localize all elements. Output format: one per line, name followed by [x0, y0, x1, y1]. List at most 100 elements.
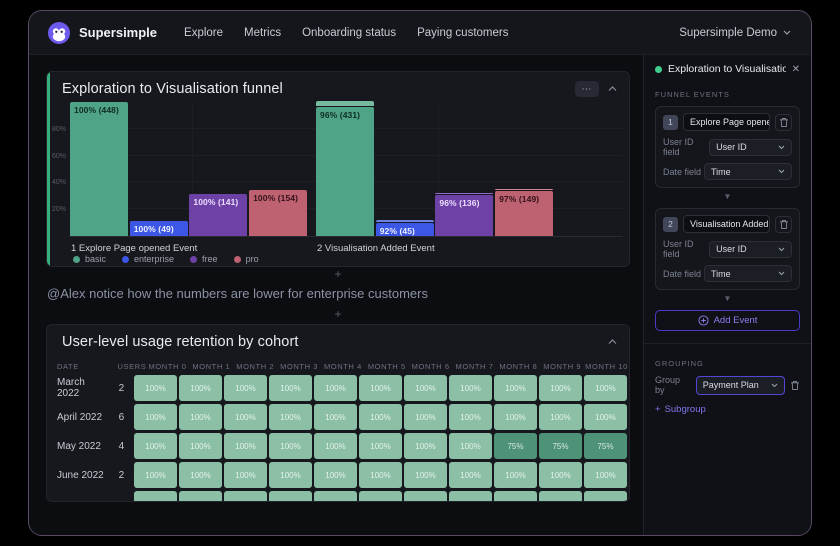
retention-cell[interactable]: 100% — [179, 404, 222, 430]
trash-icon[interactable] — [775, 114, 792, 131]
retention-cell[interactable]: 100% — [449, 433, 492, 459]
more-options-button[interactable]: ⋯ — [575, 81, 599, 97]
retention-cell[interactable]: 100% — [449, 375, 492, 401]
chevron-down-icon — [783, 30, 791, 35]
retention-cell[interactable]: 100% — [449, 491, 492, 502]
nav-item[interactable]: Onboarding status — [302, 27, 396, 39]
table-row: April 20226100%100%100%100%100%100%100%1… — [47, 404, 629, 430]
retention-cell[interactable]: 100% — [224, 491, 267, 502]
group-by-select[interactable]: Payment Plan — [696, 376, 785, 395]
legend-label: enterprise — [134, 254, 174, 264]
retention-cell[interactable]: 100% — [584, 404, 627, 430]
trash-icon[interactable] — [775, 216, 792, 233]
retention-cell[interactable]: 100% — [359, 491, 402, 502]
comment-text[interactable]: @Alex notice how the numbers are lower f… — [47, 286, 631, 301]
retention-cell[interactable]: 100% — [224, 375, 267, 401]
retention-cell[interactable]: 100% — [269, 375, 312, 401]
retention-cell[interactable]: 100% — [539, 404, 582, 430]
nav-item[interactable]: Paying customers — [417, 27, 508, 39]
cohort-users: 2 — [109, 470, 134, 481]
retention-cell[interactable]: 100% — [494, 404, 537, 430]
retention-cell[interactable]: 100% — [404, 491, 447, 502]
field-select[interactable]: Time — [704, 163, 792, 180]
legend-item-free[interactable]: free — [190, 254, 218, 264]
insert-block-button[interactable]: + — [46, 307, 630, 321]
legend-item-pro[interactable]: pro — [234, 254, 259, 264]
funnel-bar-enterprise[interactable]: 100% (49) — [130, 221, 188, 236]
funnel-event-card: 2Visualisation Added EventUser ID fieldU… — [655, 208, 800, 290]
retention-cell[interactable]: 75% — [584, 433, 627, 459]
retention-cell[interactable]: 100% — [494, 462, 537, 488]
legend-item-basic[interactable]: basic — [73, 254, 106, 264]
retention-cell[interactable]: 100% — [269, 462, 312, 488]
retention-cell[interactable]: 100% — [404, 433, 447, 459]
event-name-input[interactable]: Visualisation Added Event — [683, 215, 770, 233]
chevron-down-icon — [778, 271, 785, 276]
retention-cell[interactable]: 100% — [179, 433, 222, 459]
field-select[interactable]: User ID — [709, 241, 792, 258]
insert-block-button[interactable]: + — [46, 267, 630, 281]
field-select[interactable]: Time — [704, 265, 792, 282]
retention-cell[interactable]: 100% — [494, 375, 537, 401]
retention-cell[interactable]: 100% — [359, 375, 402, 401]
retention-cell[interactable]: 100% — [269, 491, 312, 502]
funnel-bar-enterprise[interactable]: 92% (45) — [376, 223, 434, 236]
retention-cell[interactable]: 100% — [584, 491, 627, 502]
retention-cell[interactable]: 100% — [314, 375, 357, 401]
status-dot-icon — [655, 66, 662, 73]
retention-cell[interactable]: 100% — [314, 433, 357, 459]
retention-cell[interactable]: 100% — [584, 462, 627, 488]
funnel-bar-pro[interactable]: 97% (149) — [495, 191, 553, 236]
retention-cell[interactable]: 100% — [404, 375, 447, 401]
add-subgroup-button[interactable]: + Subgroup — [655, 404, 800, 415]
retention-cell[interactable]: 100% — [134, 491, 177, 502]
retention-cell[interactable]: 100% — [404, 462, 447, 488]
funnel-bar-basic[interactable]: 96% (431) — [316, 107, 374, 236]
field-select[interactable]: User ID — [709, 139, 792, 156]
retention-cell[interactable]: 100% — [179, 375, 222, 401]
retention-cell[interactable]: 100% — [494, 491, 537, 502]
retention-cell[interactable]: 75% — [494, 433, 537, 459]
retention-cell[interactable]: 100% — [134, 462, 177, 488]
retention-cell[interactable]: 100% — [134, 375, 177, 401]
funnel-bar-free[interactable]: 100% (141) — [189, 194, 247, 236]
legend-label: basic — [85, 254, 106, 264]
retention-cell[interactable]: 100% — [449, 404, 492, 430]
retention-cell[interactable]: 100% — [224, 462, 267, 488]
retention-cell[interactable]: 100% — [224, 404, 267, 430]
retention-cell[interactable]: 100% — [539, 375, 582, 401]
retention-cell[interactable]: 100% — [314, 462, 357, 488]
bar-value-label: 96% (136) — [439, 198, 479, 208]
retention-cell[interactable]: 100% — [269, 433, 312, 459]
funnel-bar-basic[interactable]: 100% (448) — [70, 102, 128, 236]
retention-cell[interactable]: 100% — [224, 433, 267, 459]
retention-cell[interactable]: 100% — [359, 462, 402, 488]
retention-cell[interactable]: 100% — [314, 404, 357, 430]
account-menu[interactable]: Supersimple Demo — [679, 27, 791, 39]
funnel-bar-free[interactable]: 96% (136) — [435, 195, 493, 236]
legend-item-enterprise[interactable]: enterprise — [122, 254, 174, 264]
retention-cell[interactable]: 100% — [539, 491, 582, 502]
retention-cell[interactable]: 75% — [539, 433, 582, 459]
nav-item[interactable]: Metrics — [244, 27, 281, 39]
retention-cell[interactable]: 100% — [269, 404, 312, 430]
retention-cell[interactable]: 100% — [359, 404, 402, 430]
trash-icon[interactable] — [790, 380, 800, 391]
retention-cell[interactable]: 100% — [179, 462, 222, 488]
close-icon[interactable]: ✕ — [792, 64, 800, 75]
add-event-button[interactable]: Add Event — [655, 310, 800, 331]
retention-cell[interactable]: 100% — [314, 491, 357, 502]
collapse-chevron-up-icon[interactable] — [608, 339, 617, 345]
retention-cell[interactable]: 100% — [359, 433, 402, 459]
retention-cell[interactable]: 100% — [584, 375, 627, 401]
funnel-bar-pro[interactable]: 100% (154) — [249, 190, 307, 236]
retention-cell[interactable]: 100% — [539, 462, 582, 488]
collapse-chevron-up-icon[interactable] — [608, 86, 617, 92]
retention-cell[interactable]: 100% — [134, 404, 177, 430]
retention-cell[interactable]: 100% — [134, 433, 177, 459]
event-name-input[interactable]: Explore Page opened Event — [683, 113, 770, 131]
retention-cell[interactable]: 100% — [179, 491, 222, 502]
retention-cell[interactable]: 100% — [404, 404, 447, 430]
retention-cell[interactable]: 100% — [449, 462, 492, 488]
nav-item[interactable]: Explore — [184, 27, 223, 39]
